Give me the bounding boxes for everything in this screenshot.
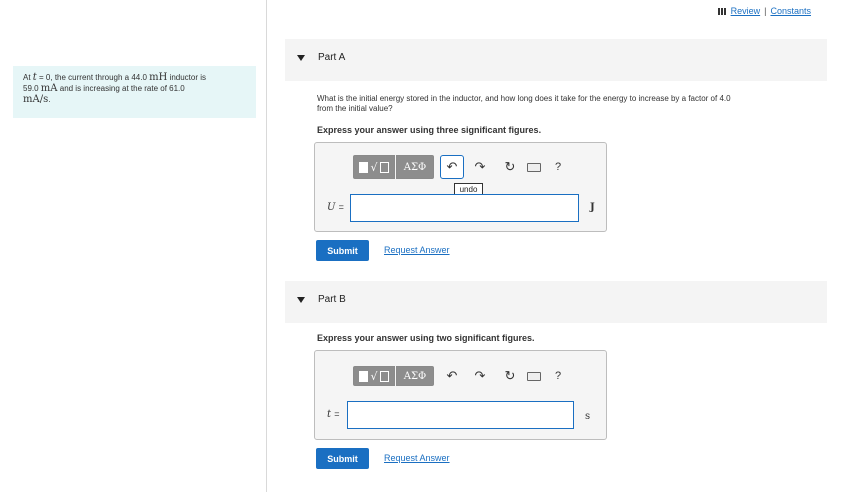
review-icon	[717, 7, 727, 15]
part-a-submit-button[interactable]: Submit	[316, 240, 369, 261]
top-links: Review | Constants	[717, 6, 811, 16]
greek-symbols-button[interactable]: ΑΣΦ	[396, 366, 434, 386]
radical-icon: √	[370, 369, 378, 383]
equals-sign: =	[334, 409, 340, 419]
templates-button[interactable]: √	[353, 366, 395, 386]
help-button[interactable]: ?	[546, 364, 570, 388]
link-separator: |	[764, 6, 767, 16]
variable-symbol: t	[327, 409, 332, 420]
part-b-instruction: Express your answer using two significan…	[317, 333, 535, 343]
energy-answer-input[interactable]	[350, 194, 579, 222]
problem-text: inductor is	[167, 73, 206, 82]
equals-sign: =	[338, 202, 344, 212]
unit-ma: mA	[40, 83, 58, 94]
variable-label-t: t =	[327, 409, 339, 420]
collapse-triangle-icon[interactable]	[297, 55, 305, 61]
part-b-header[interactable]: Part B	[285, 281, 827, 323]
part-b-request-answer-link[interactable]: Request Answer	[384, 453, 450, 463]
help-button[interactable]: ?	[546, 155, 570, 179]
square-icon	[359, 161, 369, 173]
unit-ma-per-s: mA/s	[23, 94, 49, 105]
collapse-triangle-icon[interactable]	[297, 297, 305, 303]
redo-icon[interactable]: ↷	[468, 364, 492, 388]
unit-seconds: s	[585, 411, 591, 422]
unit-joules: J	[590, 202, 595, 213]
unit-mh: mH	[149, 72, 168, 83]
problem-text: At	[23, 73, 33, 82]
reset-icon[interactable]: ↻	[498, 155, 522, 179]
constants-link[interactable]: Constants	[770, 6, 811, 16]
undo-icon[interactable]: ↶	[440, 364, 464, 388]
templates-button[interactable]: √	[353, 155, 395, 179]
column-divider	[266, 0, 267, 492]
problem-text: .	[48, 95, 51, 104]
math-toolbar: √ ΑΣΦ ↶ ↷ ↻ ?	[353, 155, 570, 179]
part-a-question: What is the initial energy stored in the…	[317, 94, 731, 114]
problem-statement: At t = 0, the current through a 44.0 mH …	[13, 66, 256, 118]
review-link[interactable]: Review	[731, 6, 761, 16]
problem-line-2: 59.0 mA and is increasing at the rate of…	[23, 83, 246, 94]
radical-icon: √	[370, 160, 378, 174]
problem-line-1: At t = 0, the current through a 44.0 mH …	[23, 72, 246, 83]
part-b-answer-box: √ ΑΣΦ ↶ ↷ ↻ ? t = s	[314, 350, 607, 440]
undo-icon[interactable]: ↶	[440, 155, 464, 179]
part-a-answer-box: √ ΑΣΦ ↶ ↷ ↻ ? undo U = J	[314, 142, 607, 232]
time-answer-input[interactable]	[347, 401, 574, 429]
part-a-header[interactable]: Part A	[285, 39, 827, 81]
keyboard-icon[interactable]	[522, 155, 546, 179]
math-toolbar: √ ΑΣΦ ↶ ↷ ↻ ?	[353, 364, 570, 388]
question-line-1: What is the initial energy stored in the…	[317, 94, 731, 103]
part-a-instruction: Express your answer using three signific…	[317, 125, 542, 135]
part-b-submit-button[interactable]: Submit	[316, 448, 369, 469]
variable-label-u: U =	[327, 202, 344, 213]
problem-text: = 0, the current through a 44.0	[36, 73, 150, 82]
square-icon	[359, 370, 369, 382]
problem-line-3: mA/s.	[23, 94, 246, 105]
square-outline-icon	[379, 370, 389, 382]
problem-text: and is increasing at the rate of 61.0	[57, 84, 185, 93]
greek-symbols-button[interactable]: ΑΣΦ	[396, 155, 434, 179]
part-b-title: Part B	[318, 294, 346, 305]
redo-icon[interactable]: ↷	[468, 155, 492, 179]
problem-text: 59.0	[23, 84, 41, 93]
question-line-2: from the initial value?	[317, 104, 393, 113]
variable-symbol: U	[327, 202, 336, 213]
part-a-request-answer-link[interactable]: Request Answer	[384, 245, 450, 255]
part-a-title: Part A	[318, 52, 346, 63]
keyboard-icon[interactable]	[522, 364, 546, 388]
reset-icon[interactable]: ↻	[498, 364, 522, 388]
square-outline-icon	[379, 161, 389, 173]
